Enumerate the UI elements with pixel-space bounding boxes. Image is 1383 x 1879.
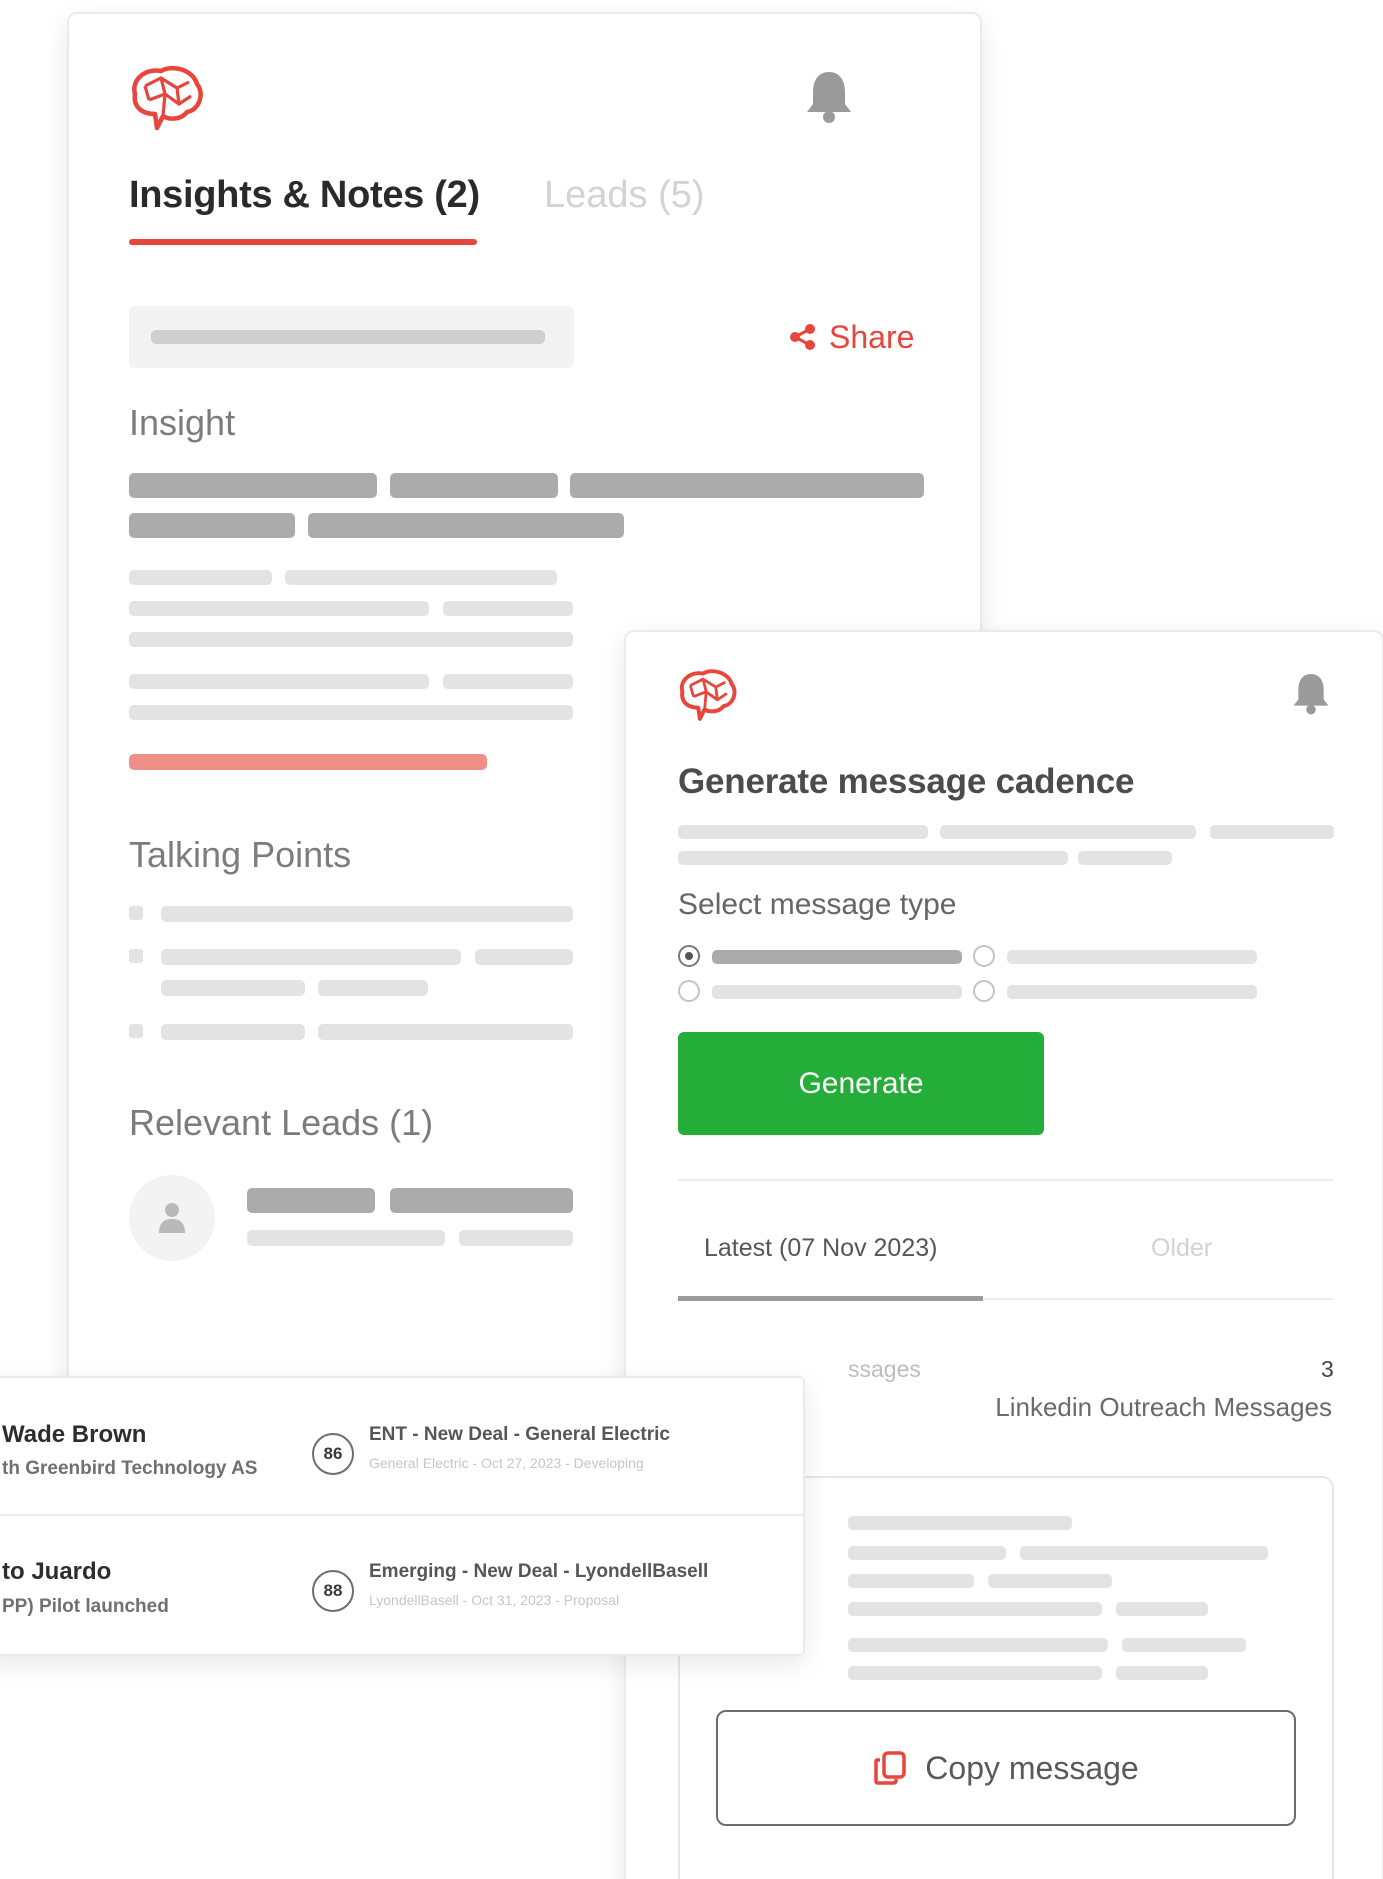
generate-button[interactable]: Generate [678,1032,1044,1135]
insight-heading: Insight [129,402,236,443]
lead-row[interactable]: to Juardo PP) Pilot launched 88 Emerging… [0,1514,803,1646]
lead-name: to Juardo [2,1558,112,1585]
message-type-radio-3[interactable] [678,980,700,1002]
talking-point-line [161,906,573,922]
lead-score-badge: 88 [312,1570,354,1612]
cadence-title: Generate message cadence [678,762,1135,801]
insight-detail-line [129,705,573,720]
share-label: Share [829,318,915,355]
deal-title: ENT - New Deal - General Electric [369,1424,670,1445]
radio-label-line [712,985,962,999]
message-line [848,1574,974,1588]
description-line [678,851,1068,865]
talking-point-line [161,980,305,996]
talking-point-line [161,949,461,965]
message-cadence-card: Generate message cadence Select message … [624,630,1383,1879]
talking-point-line [318,1024,573,1040]
share-icon [790,324,815,350]
copy-icon [874,1751,907,1785]
search-box[interactable] [129,306,574,368]
copy-message-button[interactable]: Copy message [716,1710,1296,1826]
radio-label-line [712,950,962,964]
insight-detail-line [129,674,429,689]
insight-line [308,513,624,538]
message-line [848,1516,1072,1530]
description-line [678,825,928,839]
insight-line [570,473,924,498]
placeholder-line [151,330,545,344]
message-line [1116,1602,1208,1616]
avatar[interactable] [129,1175,215,1261]
tab-latest[interactable]: Latest (07 Nov 2023) [704,1234,937,1263]
tab-insights-notes[interactable]: Insights & Notes (2) [129,174,480,217]
insight-line [129,473,377,498]
description-line [1078,851,1172,865]
bullet [129,906,143,920]
insight-detail-line [129,601,429,616]
message-type-radio-1[interactable] [678,945,700,967]
message-type-radio-4[interactable] [973,980,995,1002]
divider [678,1179,1333,1181]
deal-meta: LyondellBasell - Oct 31, 2023 - Proposal [369,1592,620,1608]
insight-detail-line [443,601,573,616]
relevant-leads-heading: Relevant Leads (1) [129,1102,434,1143]
insight-detail-line [443,674,573,689]
active-tab-indicator [678,1296,983,1301]
message-type-radio-2[interactable] [973,945,995,967]
bullet [129,949,143,963]
lead-row[interactable]: Wade Brown th Greenbird Technology AS 86… [0,1378,803,1510]
description-line [940,825,1196,839]
lead-detail-line [247,1230,445,1246]
messages-label: ssages [848,1356,921,1382]
message-line [988,1574,1112,1588]
bell-icon[interactable] [805,68,853,124]
lead-company: th Greenbird Technology AS [2,1458,258,1479]
message-line [1020,1546,1268,1560]
message-line [848,1602,1102,1616]
message-line [848,1546,1006,1560]
insight-detail-line [285,570,557,585]
read-more-link[interactable] [129,754,487,770]
insight-line [129,513,295,538]
lead-company: PP) Pilot launched [2,1596,169,1617]
message-line [848,1666,1102,1680]
deal-meta: General Electric - Oct 27, 2023 - Develo… [369,1455,644,1471]
select-message-type-label: Select message type [678,888,957,921]
stage: Insights & Notes (2) Leads (5) Share Ins… [0,0,1383,1879]
leads-card: Wade Brown th Greenbird Technology AS 86… [0,1376,805,1656]
deal-title: Emerging - New Deal - LyondellBasell [369,1561,709,1582]
message-line [1116,1666,1208,1680]
active-tab-indicator [129,239,477,245]
description-line [1210,825,1334,839]
lead-name-line [390,1188,573,1213]
message-line [1122,1638,1246,1652]
talking-point-line [161,1024,305,1040]
bullet [129,1024,143,1038]
lead-name: Wade Brown [2,1421,147,1448]
tab-leads[interactable]: Leads (5) [544,174,705,217]
radio-label-line [1007,950,1257,964]
insight-detail-line [129,570,272,585]
messages-type: Linkedin Outreach Messages [995,1392,1332,1422]
talking-point-line [318,980,428,996]
radio-label-line [1007,985,1257,999]
user-icon [159,1203,185,1233]
tab-track [983,1298,1333,1300]
lead-name-line [247,1188,375,1213]
brain-logo-icon [132,65,203,131]
insight-detail-line [129,632,573,647]
lead-score-badge: 86 [312,1433,354,1475]
talking-points-heading: Talking Points [129,834,352,875]
talking-point-line [475,949,573,965]
share-link[interactable]: Share [789,317,914,357]
bell-icon[interactable] [1292,670,1330,716]
brain-logo-icon [679,669,737,721]
lead-detail-line [459,1230,573,1246]
tab-older[interactable]: Older [1151,1234,1212,1263]
messages-count: 3 [1321,1356,1334,1382]
insight-line [390,473,558,498]
message-line [848,1638,1108,1652]
copy-message-label: Copy message [925,1749,1139,1786]
